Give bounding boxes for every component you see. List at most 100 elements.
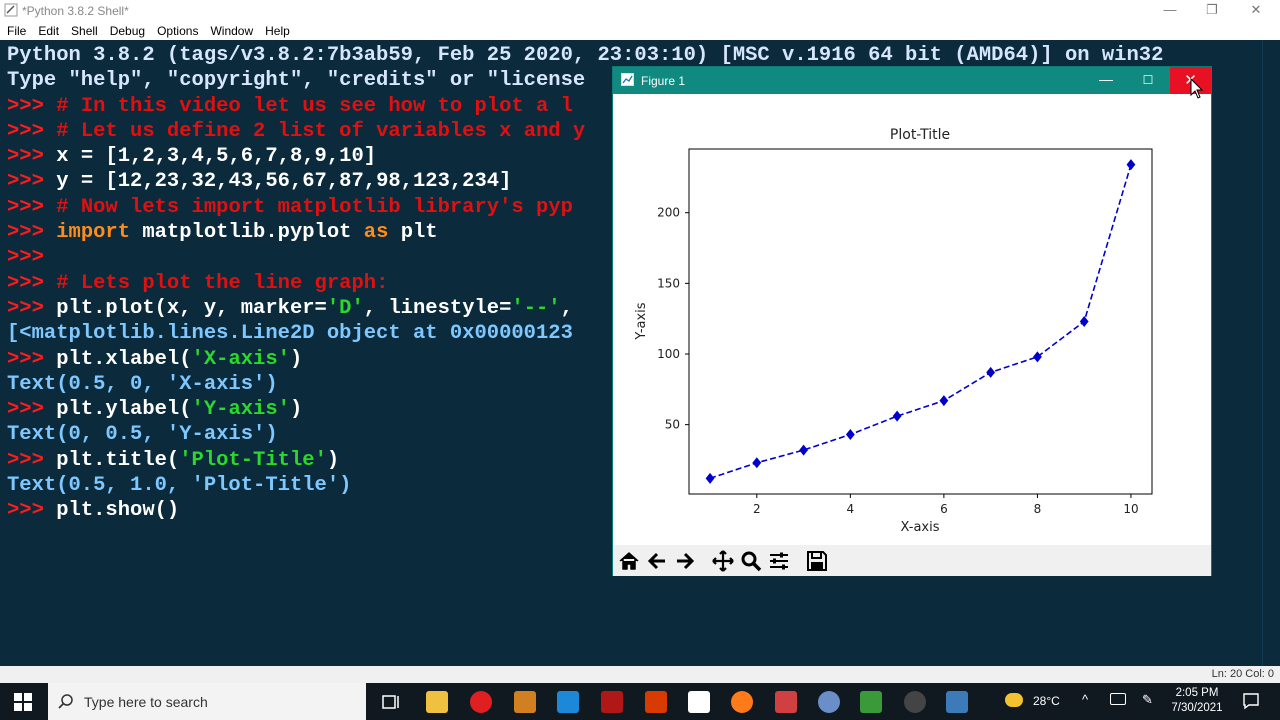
home-icon[interactable] xyxy=(617,549,641,573)
minimize-button[interactable]: — xyxy=(1150,0,1190,22)
shell-comment-text: # Now lets import matplotlib library's p… xyxy=(56,195,573,219)
menu-window[interactable]: Window xyxy=(203,22,258,38)
shell-cmd-text: , xyxy=(560,296,573,320)
shell-str-text: 'Plot-Title' xyxy=(179,448,327,472)
python-idle-taskbar-icon[interactable] xyxy=(946,691,968,713)
figure-window: Figure 1 — ☐ ✕ Plot-Title 2 4 6 8 10 50 100 15… xyxy=(612,66,1212,576)
shell-prompt-text: >>> xyxy=(7,221,57,245)
python-icon xyxy=(4,3,18,17)
notifications-icon[interactable] xyxy=(1242,692,1260,710)
taskbar-search-box[interactable]: Type here to search xyxy=(48,683,366,720)
figure-maximize-button[interactable]: ☐ xyxy=(1135,67,1161,94)
obs-icon[interactable] xyxy=(904,691,926,713)
task-view-icon[interactable] xyxy=(380,691,402,713)
shell-cmd-text: plt.plot(x, y, marker= xyxy=(56,296,327,320)
language-en-icon[interactable] xyxy=(688,691,710,713)
back-arrow-icon[interactable] xyxy=(645,549,669,573)
menu-edit[interactable]: Edit xyxy=(31,22,64,38)
menu-file[interactable]: File xyxy=(0,22,31,38)
menu-shell[interactable]: Shell xyxy=(64,22,103,38)
app-paint-icon[interactable] xyxy=(775,691,797,713)
maximize-button[interactable]: ❐ xyxy=(1192,0,1232,22)
shell-kw-text: import xyxy=(56,221,131,245)
shell-comment-text: # Let us define 2 list of variables x an… xyxy=(56,119,586,143)
weather-temp[interactable]: 28°C xyxy=(1033,694,1060,708)
weather-icon xyxy=(1005,693,1023,707)
x-tick-label: 2 xyxy=(753,502,761,516)
shell-prompt-text: >>> xyxy=(7,145,57,169)
vscode-icon[interactable] xyxy=(557,691,579,713)
shell-cmd-text: ) xyxy=(326,448,340,472)
y-tick-label: 150 xyxy=(657,276,680,290)
search-placeholder: Type here to search xyxy=(84,694,208,710)
figure-app-icon xyxy=(621,73,634,86)
taskbar: Type here to search 28°C ^ ✎ 2:05 PM 7/3… xyxy=(0,683,1280,720)
firefox-icon[interactable] xyxy=(731,691,753,713)
figure-minimize-button[interactable]: — xyxy=(1093,67,1119,94)
shell-cmd-text: plt.ylabel( xyxy=(56,398,192,422)
menu-debug[interactable]: Debug xyxy=(103,22,150,38)
shell-kw-text: as xyxy=(363,221,389,245)
menu-help[interactable]: Help xyxy=(258,22,295,38)
shell-res-text: Text(0, 0.5, 'Y-axis') xyxy=(7,423,278,447)
shell-cmd-text: y = [12,23,32,43,56,67,87,98,123,234] xyxy=(56,170,512,194)
plot-canvas: Plot-Title 2 4 6 8 10 50 100 150 200 X-axis Y-a… xyxy=(634,127,1153,535)
cursor-position: Ln: 20 Col: 0 xyxy=(1211,668,1274,680)
windows-start-icon[interactable] xyxy=(14,693,32,711)
pen-icon[interactable]: ✎ xyxy=(1142,692,1153,708)
clock[interactable]: 2:05 PM 7/30/2021 xyxy=(1162,686,1232,716)
figure-title: Figure 1 xyxy=(641,74,686,88)
shell-cmd-text: ) xyxy=(289,398,303,422)
shell-prompt-text: >>> xyxy=(7,119,57,143)
save-icon[interactable] xyxy=(805,549,829,573)
y-tick-label: 50 xyxy=(665,418,680,432)
shell-prompt-text: >>> xyxy=(7,296,57,320)
shell-prompt-text: >>> xyxy=(7,246,57,270)
shell-prompt-text: >>> xyxy=(7,448,57,472)
zoom-icon[interactable] xyxy=(739,549,763,573)
office-icon[interactable] xyxy=(645,691,667,713)
search-icon xyxy=(58,694,73,709)
tray-expand-icon[interactable]: ^ xyxy=(1082,692,1088,707)
shell-out-text: Type "help", "copyright", "credits" or "… xyxy=(7,69,586,93)
x-ticks: 2 4 6 8 10 xyxy=(753,494,1139,516)
y-tick-label: 200 xyxy=(657,206,680,220)
close-button[interactable]: ✕ xyxy=(1236,0,1276,22)
forward-arrow-icon[interactable] xyxy=(673,549,697,573)
clock-time: 2:05 PM xyxy=(1175,687,1219,699)
shell-cmd-text: , linestyle= xyxy=(363,296,512,320)
x-tick-label: 6 xyxy=(940,502,948,516)
app-tool-icon[interactable] xyxy=(514,691,536,713)
x-tick-label: 4 xyxy=(847,502,855,516)
r-language-icon[interactable] xyxy=(818,691,840,713)
shell-prompt-text: >>> xyxy=(7,195,57,219)
app-red-icon[interactable] xyxy=(470,691,492,713)
file-explorer-icon[interactable] xyxy=(426,691,448,713)
shell-res-text: Text(0.5, 1.0, 'Plot-Title') xyxy=(7,474,352,498)
status-bar: Ln: 20 Col: 0 xyxy=(0,666,1280,683)
shell-cmd-text: ) xyxy=(289,347,303,371)
shell-cmd-text: x = [1,2,3,4,5,6,7,8,9,10] xyxy=(56,145,377,169)
mouse-cursor-icon xyxy=(1190,78,1204,99)
app-green-icon[interactable] xyxy=(860,691,882,713)
app-screen-icon[interactable] xyxy=(601,691,623,713)
window-title: *Python 3.8.2 Shell* xyxy=(22,4,129,18)
pan-icon[interactable] xyxy=(711,549,735,573)
shell-res-text: [<matplotlib.lines.Line2D object at 0x00… xyxy=(7,322,573,346)
shell-prompt-text: >>> xyxy=(7,170,57,194)
idle-titlebar: *Python 3.8.2 Shell* — ❐ ✕ xyxy=(0,0,1280,22)
vertical-scrollbar[interactable] xyxy=(1262,40,1280,666)
shell-cmd-text: plt.xlabel( xyxy=(56,347,192,371)
figure-toolbar xyxy=(613,545,1211,576)
menu-options[interactable]: Options xyxy=(150,22,203,38)
battery-icon[interactable] xyxy=(1110,693,1126,705)
shell-prompt-text: >>> xyxy=(7,271,57,295)
figure-titlebar: Figure 1 — ☐ ✕ xyxy=(613,67,1211,94)
shell-out-text: Python 3.8.2 (tags/v3.8.2:7b3ab59, Feb 2… xyxy=(7,44,1164,67)
shell-prompt-text: >>> xyxy=(7,499,57,523)
shell-cmd-text: plt xyxy=(388,221,438,245)
shell-prompt-text: >>> xyxy=(7,94,57,118)
configure-subplots-icon[interactable] xyxy=(767,549,791,573)
shell-comment-text: # In this video let us see how to plot a… xyxy=(56,94,573,118)
shell-str-text: '--' xyxy=(511,296,561,320)
